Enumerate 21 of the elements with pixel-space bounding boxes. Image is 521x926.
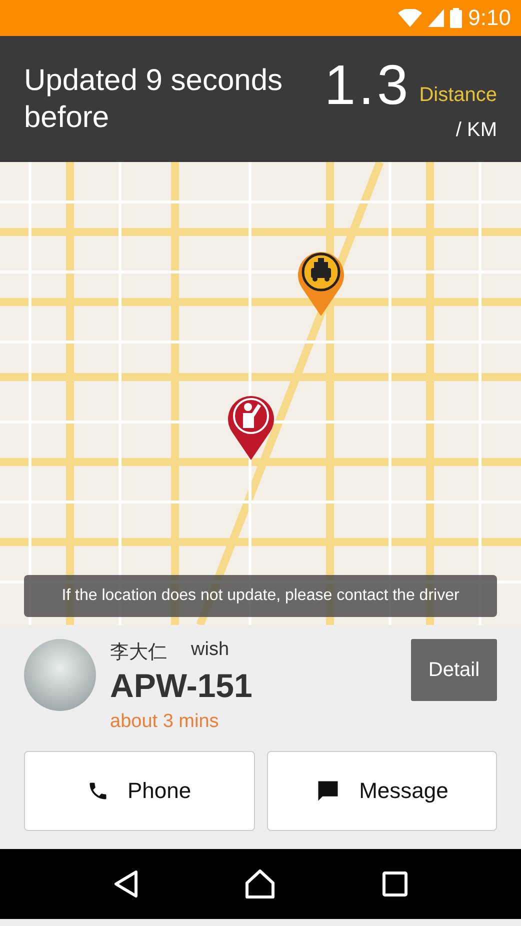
back-icon[interactable] xyxy=(113,870,140,898)
update-status-text: Updated 9 seconds before xyxy=(24,63,284,136)
driver-note: wish xyxy=(191,639,230,662)
location-notice: If the location does not update, please contact the driver xyxy=(24,575,497,617)
battery-icon xyxy=(450,8,462,28)
status-time: 9:10 xyxy=(468,5,511,31)
recents-icon[interactable] xyxy=(382,871,408,897)
distance-label: Distance xyxy=(419,84,497,106)
message-button[interactable]: Message xyxy=(266,751,497,831)
driver-name: 李大仁 xyxy=(110,641,167,665)
phone-icon xyxy=(87,780,110,802)
detail-button[interactable]: Detail xyxy=(411,639,497,701)
signal-icon xyxy=(428,9,444,27)
map-placeholder[interactable]: If the location does not update, please contact the driver xyxy=(0,162,521,625)
arrival-estimate: about 3 mins xyxy=(110,711,220,733)
distance-value: 1.3 xyxy=(324,56,412,112)
license-plate: APW-151 xyxy=(110,667,254,705)
distance-unit: / KM xyxy=(456,118,497,142)
phone-button[interactable]: Phone xyxy=(24,751,254,831)
home-icon[interactable] xyxy=(245,869,276,899)
wifi-icon xyxy=(398,9,422,27)
